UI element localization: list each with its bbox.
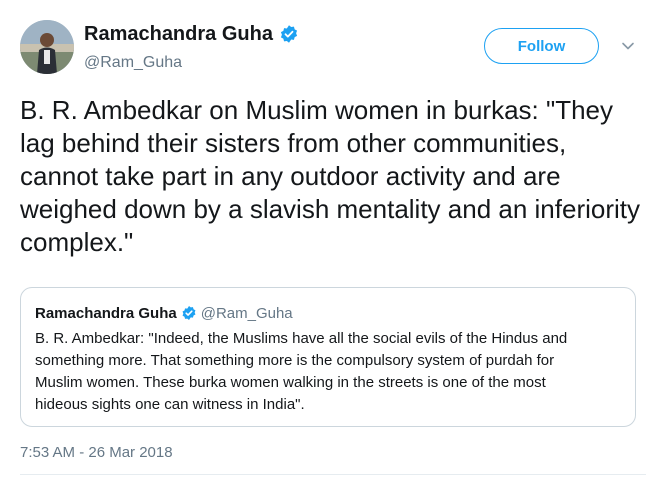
quoted-tweet-header: Ramachandra Guha @Ram_Guha (35, 303, 293, 323)
author-name-row: Ramachandra Guha (84, 22, 299, 46)
tweet-timestamp[interactable]: 7:53 AM - 26 Mar 2018 (20, 443, 173, 463)
follow-button[interactable]: Follow (484, 28, 599, 64)
avatar-image (20, 20, 74, 74)
author-name[interactable]: Ramachandra Guha (84, 22, 273, 46)
tweet-text: B. R. Ambedkar on Muslim women in burkas… (20, 95, 641, 257)
verified-badge-icon (181, 305, 197, 321)
author-handle[interactable]: @Ram_Guha (84, 53, 299, 73)
avatar[interactable] (20, 20, 74, 74)
quoted-author-handle: @Ram_Guha (200, 304, 293, 322)
author-block: Ramachandra Guha @Ram_Guha (84, 22, 299, 73)
quoted-tweet-text: B. R. Ambedkar: "Indeed, the Muslims hav… (35, 330, 568, 413)
quoted-tweet[interactable]: Ramachandra Guha @Ram_Guha B. R. Ambedka… (20, 287, 636, 427)
divider (20, 474, 646, 475)
chevron-down-icon[interactable] (620, 38, 636, 54)
quoted-author-name: Ramachandra Guha (35, 304, 177, 322)
tweet-card: Ramachandra Guha @Ram_Guha Follow B. R. … (0, 0, 666, 477)
verified-badge-icon (279, 24, 299, 44)
